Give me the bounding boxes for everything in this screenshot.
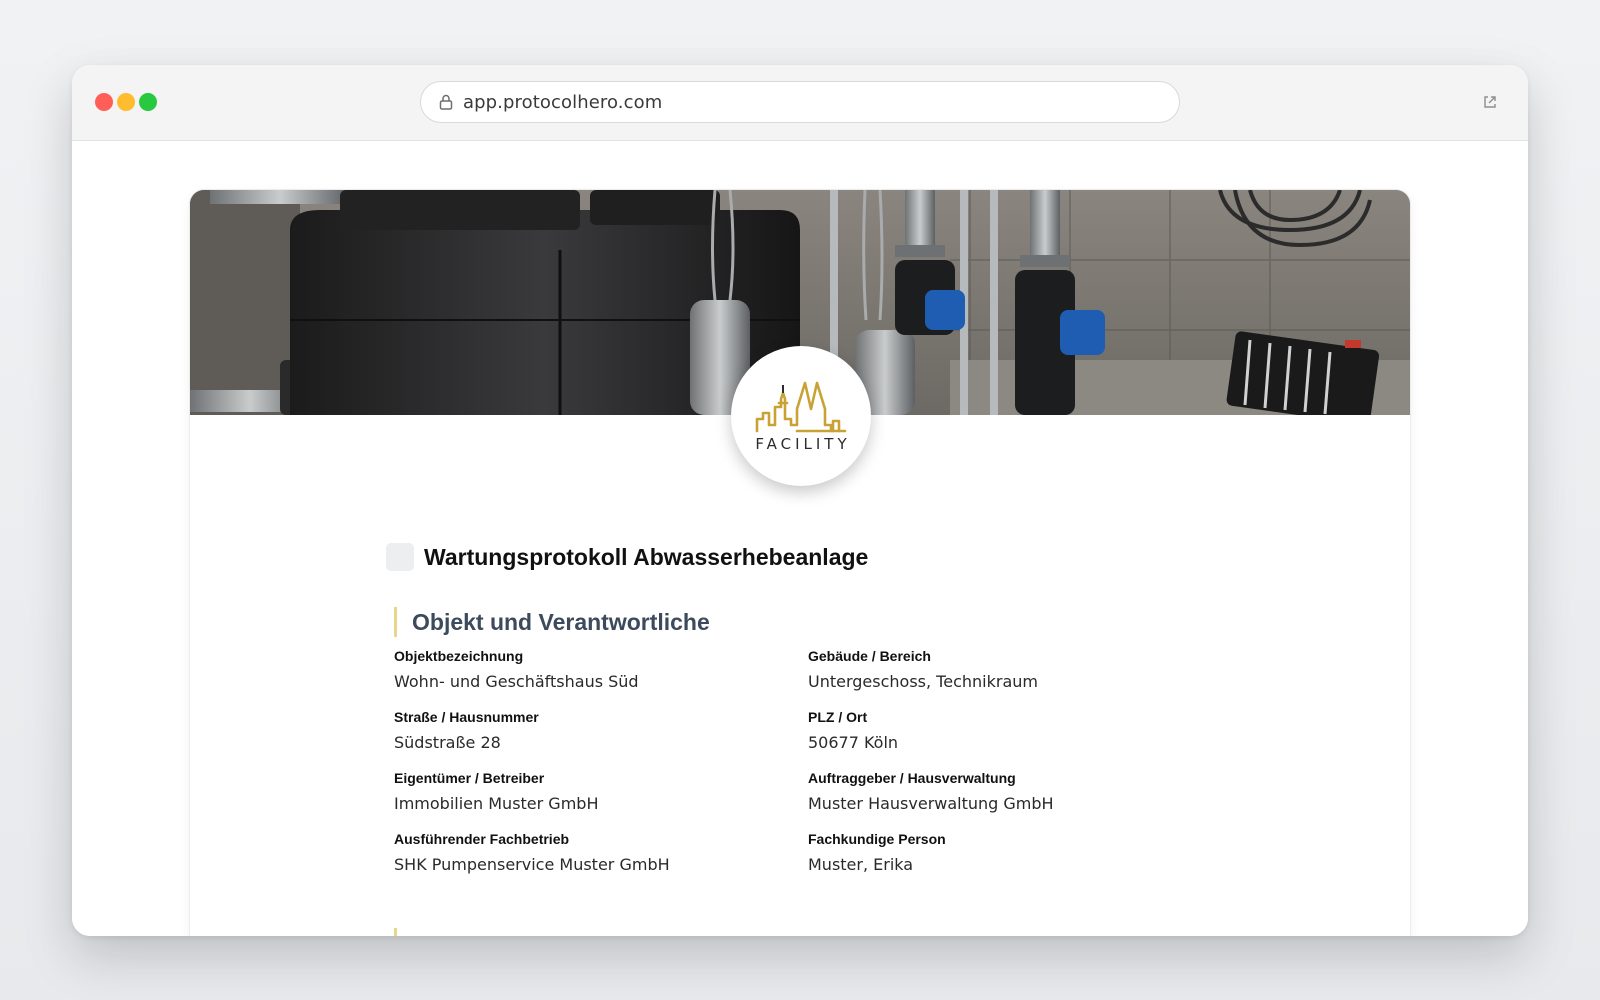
field-strasse-hausnummer: Straße / Hausnummer Südstraße 28 [394, 709, 539, 752]
field-value: SHK Pumpenservice Muster GmbH [394, 855, 670, 874]
field-value: Immobilien Muster GmbH [394, 794, 599, 813]
document-title: Wartungsprotokoll Abwasserhebeanlage [424, 543, 869, 570]
field-eigentuemer-betreiber: Eigentümer / Betreiber Immobilien Muster… [394, 770, 598, 813]
browser-titlebar: app.protocolhero.com [72, 65, 1528, 141]
document-icon [386, 543, 414, 571]
field-objektbezeichnung: Objektbezeichnung Wohn- und Geschäftshau… [394, 648, 639, 691]
document-title-row: Wartungsprotokoll Abwasserhebeanlage [386, 543, 868, 571]
field-value: Muster Hausverwaltung GmbH [808, 794, 1054, 813]
field-label: Fachkundige Person [808, 831, 946, 847]
next-section-accent-bar [394, 928, 397, 936]
page-content: FACILITY Wartungsprotokoll Abwasserhebea… [72, 142, 1528, 936]
field-fachkundige-person: Fachkundige Person Muster, Erika [808, 831, 946, 874]
field-plz-ort: PLZ / Ort 50677 Köln [808, 709, 898, 752]
field-label: Objektbezeichnung [394, 648, 524, 664]
address-bar[interactable]: app.protocolhero.com [420, 81, 1180, 123]
facility-logo: FACILITY [731, 346, 871, 486]
browser-window: app.protocolhero.com FACILITY Wartungspr… [72, 65, 1528, 936]
url-text: app.protocolhero.com [463, 91, 663, 113]
protocol-card: FACILITY Wartungsprotokoll Abwasserhebea… [190, 190, 1410, 936]
field-auftraggeber-hausverwaltung: Auftraggeber / Hausverwaltung Muster Hau… [808, 770, 1054, 813]
maximize-window-button[interactable] [139, 93, 157, 111]
field-gebaeude-bereich: Gebäude / Bereich Untergeschoss, Technik… [808, 648, 1038, 691]
external-link-icon[interactable] [1482, 94, 1498, 110]
field-label: Gebäude / Bereich [808, 648, 931, 664]
field-label: Auftraggeber / Hausverwaltung [808, 770, 1016, 786]
field-value: 50677 Köln [808, 733, 899, 752]
close-window-button[interactable] [95, 93, 113, 111]
logo-text: FACILITY [755, 435, 851, 453]
field-ausfuehrender-fachbetrieb: Ausführender Fachbetrieb SHK Pumpenservi… [394, 831, 670, 874]
field-label: PLZ / Ort [808, 709, 868, 725]
section-title: Objekt und Verantwortliche [412, 608, 710, 635]
field-label: Straße / Hausnummer [394, 709, 539, 725]
field-value: Wohn- und Geschäftshaus Süd [394, 672, 639, 691]
field-label: Eigentümer / Betreiber [394, 770, 545, 786]
skyline-logo-icon [755, 381, 847, 433]
section-accent-bar [394, 607, 397, 637]
field-value: Muster, Erika [808, 855, 914, 874]
field-label: Ausführender Fachbetrieb [394, 831, 570, 847]
field-value: Untergeschoss, Technikraum [808, 672, 1038, 691]
field-value: Südstraße 28 [394, 733, 501, 752]
lock-icon [439, 94, 453, 110]
section-header: Objekt und Verantwortliche [394, 607, 710, 637]
minimize-window-button[interactable] [117, 93, 135, 111]
